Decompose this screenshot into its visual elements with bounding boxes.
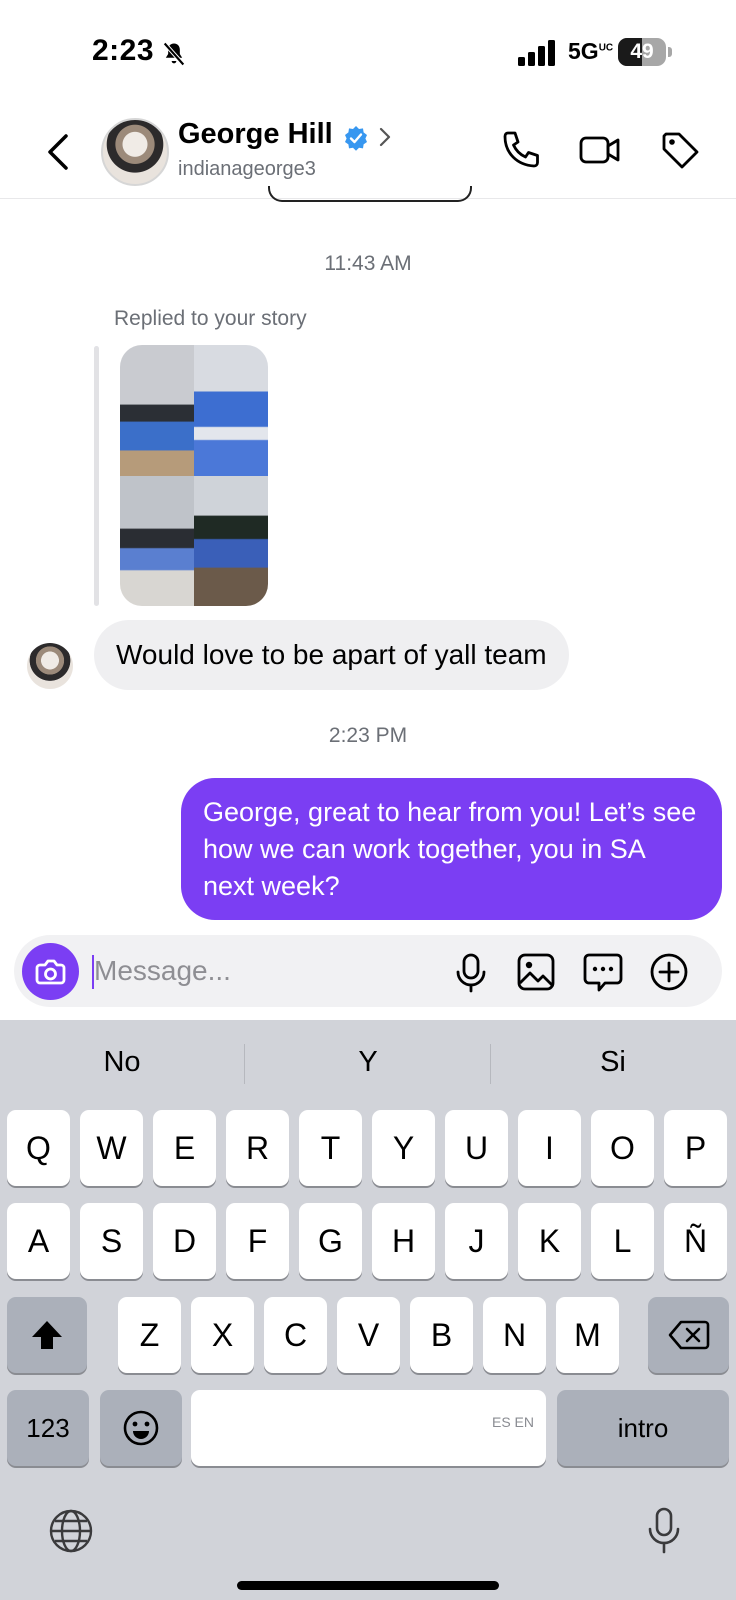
return-key[interactable]: intro xyxy=(557,1390,729,1466)
back-chevron-icon[interactable] xyxy=(44,132,72,172)
phone-icon[interactable] xyxy=(498,128,542,172)
verified-badge-icon xyxy=(345,126,367,151)
key-t[interactable]: T xyxy=(299,1110,362,1186)
key-r[interactable]: R xyxy=(226,1110,289,1186)
camera-icon xyxy=(35,959,66,985)
key-s[interactable]: S xyxy=(80,1203,143,1279)
suggestion-divider xyxy=(244,1044,245,1084)
previous-content-edge xyxy=(268,186,472,202)
contact-name[interactable]: George Hill xyxy=(178,118,333,151)
dictation-microphone-icon[interactable] xyxy=(644,1506,684,1556)
key-v[interactable]: V xyxy=(337,1297,400,1373)
signal-icon xyxy=(518,40,555,66)
backspace-key[interactable] xyxy=(648,1297,729,1373)
incoming-message-bubble[interactable]: Would love to be apart of yall team xyxy=(94,620,569,690)
video-call-icon[interactable] xyxy=(578,128,622,172)
replied-to-story-label: Replied to your story xyxy=(114,307,307,330)
key-z[interactable]: Z xyxy=(118,1297,181,1373)
status-time: 2:23 xyxy=(92,34,155,67)
key-m[interactable]: M xyxy=(556,1297,619,1373)
outgoing-message-bubble[interactable]: George, great to hear from you! Let’s se… xyxy=(181,778,722,920)
key-l[interactable]: L xyxy=(591,1203,654,1279)
space-key[interactable]: ES EN xyxy=(191,1390,546,1466)
key-k[interactable]: K xyxy=(518,1203,581,1279)
suggestion-item[interactable]: No xyxy=(2,1046,242,1079)
key-g[interactable]: G xyxy=(299,1203,362,1279)
camera-button[interactable] xyxy=(22,943,79,1000)
emoji-key[interactable] xyxy=(100,1390,182,1466)
key-q[interactable]: Q xyxy=(7,1110,70,1186)
numbers-key[interactable]: 123 xyxy=(7,1390,89,1466)
silent-bell-icon xyxy=(163,42,185,66)
chevron-right-icon[interactable] xyxy=(378,126,392,148)
tag-icon[interactable] xyxy=(658,128,702,172)
key-e[interactable]: E xyxy=(153,1110,216,1186)
gallery-image-icon[interactable] xyxy=(514,950,558,994)
key-b[interactable]: B xyxy=(410,1297,473,1373)
key-d[interactable]: D xyxy=(153,1203,216,1279)
timestamp: 2:23 PM xyxy=(328,724,408,747)
sender-avatar[interactable] xyxy=(27,643,73,689)
key-w[interactable]: W xyxy=(80,1110,143,1186)
key-j[interactable]: J xyxy=(445,1203,508,1279)
reply-indicator-line xyxy=(94,346,99,606)
profile-avatar[interactable] xyxy=(101,118,169,186)
key-o[interactable]: O xyxy=(591,1110,654,1186)
add-plus-icon[interactable] xyxy=(647,950,691,994)
battery-icon: 49 xyxy=(618,38,672,68)
key-x[interactable]: X xyxy=(191,1297,254,1373)
timestamp: 11:43 AM xyxy=(324,252,412,275)
network-label: 5GUC xyxy=(568,38,614,64)
contact-handle: indianageorge3 xyxy=(178,158,316,180)
home-indicator[interactable] xyxy=(237,1581,499,1590)
battery-level: 49 xyxy=(630,40,654,63)
key-c[interactable]: C xyxy=(264,1297,327,1373)
backspace-icon xyxy=(668,1320,709,1350)
emoji-icon xyxy=(123,1410,159,1446)
message-input[interactable] xyxy=(94,949,424,993)
sticker-chat-icon[interactable] xyxy=(581,950,625,994)
key-f[interactable]: F xyxy=(226,1203,289,1279)
suggestion-divider xyxy=(490,1044,491,1084)
key-n-tilde[interactable]: Ñ xyxy=(664,1203,727,1279)
space-language-label: ES EN xyxy=(491,1414,534,1430)
microphone-icon[interactable] xyxy=(449,950,493,994)
key-n[interactable]: N xyxy=(483,1297,546,1373)
key-p[interactable]: P xyxy=(664,1110,727,1186)
suggestion-item[interactable]: Si xyxy=(493,1046,733,1079)
shift-arrow-icon xyxy=(32,1321,62,1349)
story-thumbnail[interactable] xyxy=(120,345,268,606)
globe-icon[interactable] xyxy=(48,1508,94,1554)
key-y[interactable]: Y xyxy=(372,1110,435,1186)
key-i[interactable]: I xyxy=(518,1110,581,1186)
key-h[interactable]: H xyxy=(372,1203,435,1279)
key-a[interactable]: A xyxy=(7,1203,70,1279)
suggestion-item[interactable]: Y xyxy=(248,1046,488,1079)
shift-key[interactable] xyxy=(7,1297,87,1373)
key-u[interactable]: U xyxy=(445,1110,508,1186)
